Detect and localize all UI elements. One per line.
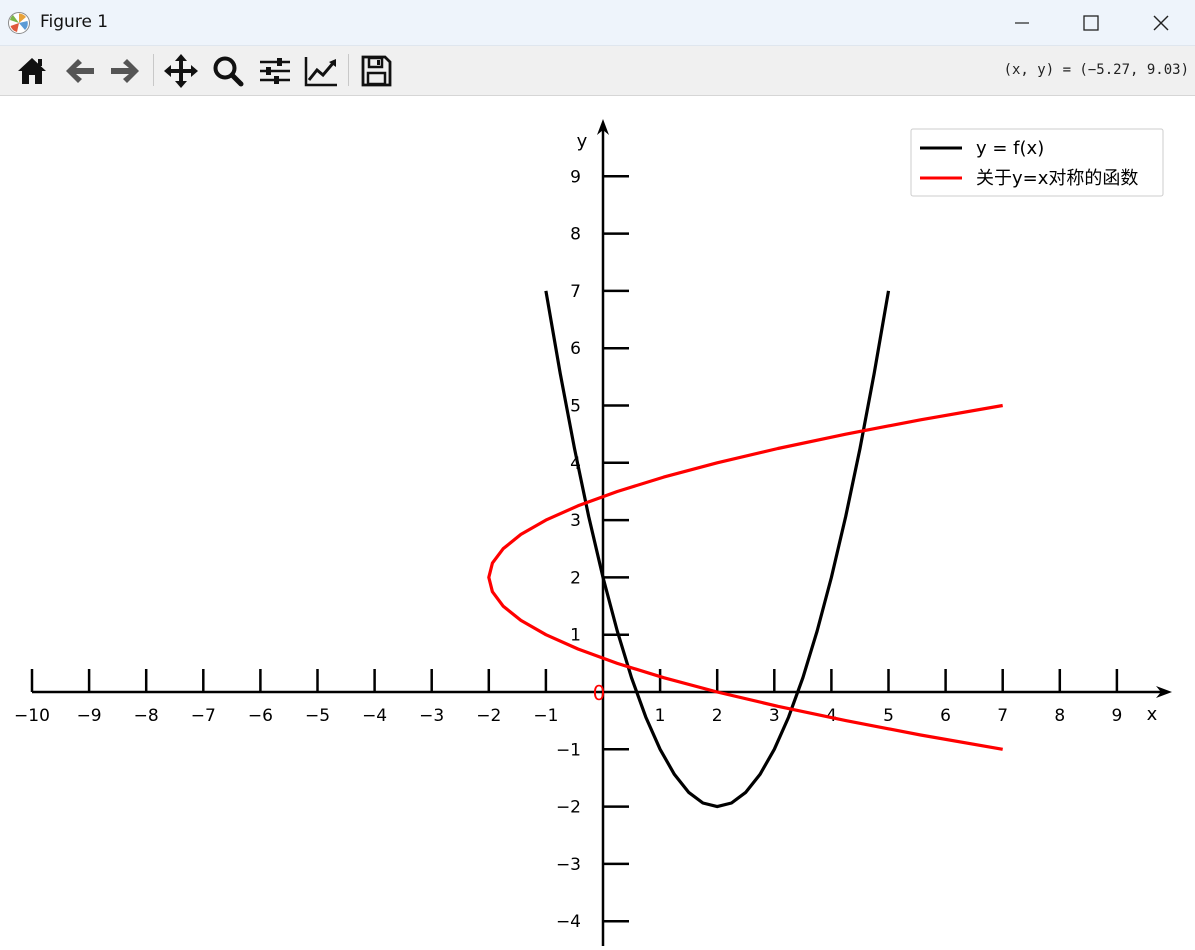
- window-titlebar: Figure 1: [0, 0, 1195, 46]
- y-tick-label: −3: [556, 855, 581, 875]
- x-tick-label: −2: [476, 706, 501, 726]
- legend-label-f: y = f(x): [976, 138, 1044, 159]
- zoom-button[interactable]: [210, 54, 246, 88]
- y-tick-label: −4: [556, 912, 581, 932]
- save-button[interactable]: [358, 54, 394, 88]
- maximize-icon: [1083, 15, 1099, 31]
- legend-label-inverse: 关于y=x对称的函数: [976, 168, 1138, 189]
- y-tick-label: 6: [570, 339, 581, 359]
- configure-subplots-icon: [260, 58, 290, 84]
- origin-label: 0: [593, 681, 606, 705]
- series-line-0: [544, 290, 891, 809]
- back-button[interactable]: [62, 54, 98, 88]
- pan-button[interactable]: [163, 54, 199, 88]
- x-tick-label: 8: [1054, 706, 1065, 726]
- x-tick-label: 2: [712, 706, 723, 726]
- minimize-icon: [1015, 22, 1029, 24]
- x-tick-label: 1: [655, 706, 666, 726]
- matplotlib-logo-icon: [8, 12, 30, 34]
- toolbar-separator: [153, 54, 154, 86]
- x-tick-label: 9: [1111, 706, 1122, 726]
- y-tick-label: 9: [570, 167, 581, 187]
- edit-axis-icon: [304, 57, 337, 87]
- plot-area[interactable]: −10 −9 −8 −7 −6 −5 −4 −3 −2 −1 1 2 3 4 5 6 7 8 9 −4 −3 −2 −1 1 2…: [0, 96, 1195, 946]
- y-tick-label: 1: [570, 626, 581, 646]
- x-tick-label: −10: [14, 706, 50, 726]
- close-icon: [1153, 15, 1169, 31]
- series-line-1: [487, 403, 1003, 751]
- x-tick-label: 6: [940, 706, 951, 726]
- toolbar-separator: [348, 54, 349, 86]
- maximize-button[interactable]: [1069, 6, 1113, 40]
- x-tick-label: −9: [77, 706, 102, 726]
- close-button[interactable]: [1139, 6, 1183, 40]
- x-tick-label: −7: [191, 706, 216, 726]
- x-axis-label: x: [1147, 704, 1158, 725]
- y-tick-label: 2: [570, 568, 581, 588]
- pan-icon: [164, 54, 198, 88]
- y-tick-label: 7: [570, 282, 581, 302]
- y-tick-label: −2: [556, 798, 581, 818]
- home-icon: [18, 58, 46, 84]
- x-tick-label: 5: [883, 706, 894, 726]
- coordinate-readout: (x, y) = (−5.27, 9.03): [1003, 62, 1189, 78]
- chart-canvas[interactable]: −10 −9 −8 −7 −6 −5 −4 −3 −2 −1 1 2 3 4 5 6 7 8 9−4−3−2−112…: [0, 96, 1195, 946]
- navigation-toolbar: (x, y) = (−5.27, 9.03): [0, 46, 1195, 96]
- edit-axis-button[interactable]: [303, 54, 339, 88]
- legend: y = f(x) 关于y=x对称的函数: [910, 128, 1164, 197]
- x-tick-label: −5: [305, 706, 330, 726]
- back-arrow-icon: [66, 59, 94, 83]
- x-tick-label: −3: [419, 706, 444, 726]
- home-button[interactable]: [14, 54, 50, 88]
- forward-arrow-icon: [111, 59, 139, 83]
- forward-button[interactable]: [107, 54, 143, 88]
- x-tick-label: −6: [248, 706, 273, 726]
- y-axis-label: y: [577, 131, 588, 152]
- configure-subplots-button[interactable]: [257, 54, 293, 88]
- x-tick-label: −4: [362, 706, 387, 726]
- y-tick-label: 5: [570, 397, 581, 417]
- save-icon: [361, 55, 392, 87]
- x-tick-label: −1: [533, 706, 558, 726]
- zoom-icon: [213, 56, 244, 87]
- minimize-button[interactable]: [1000, 6, 1044, 40]
- x-tick-label: 7: [997, 706, 1008, 726]
- y-tick-label: −1: [556, 740, 581, 760]
- x-tick-label: 3: [769, 706, 780, 726]
- y-tick-label: 8: [570, 225, 581, 245]
- y-tick-label: 3: [570, 511, 581, 531]
- window-title: Figure 1: [40, 12, 109, 32]
- x-tick-label: −8: [134, 706, 159, 726]
